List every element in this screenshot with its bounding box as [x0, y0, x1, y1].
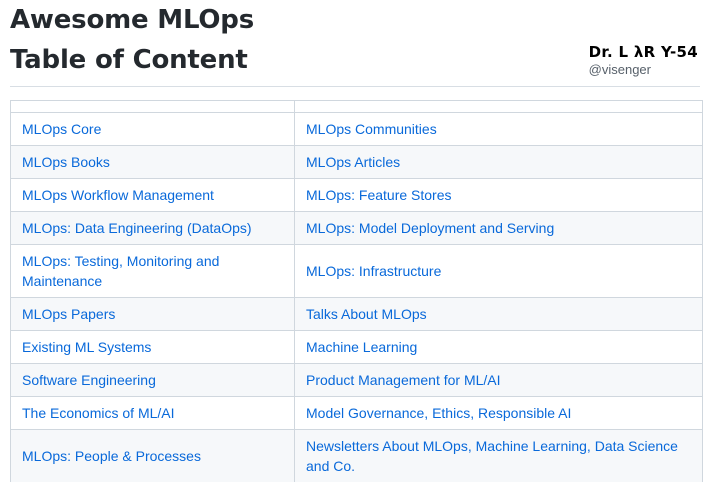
toc-cell-left: The Economics of ML/AI: [10, 396, 295, 430]
toc-link-mlops-core[interactable]: MLOps Core: [22, 121, 101, 137]
table-row: MLOps Core MLOps Communities: [10, 112, 703, 146]
toc-link-model-governance[interactable]: Model Governance, Ethics, Responsible AI: [306, 405, 571, 421]
toc-cell-right: Product Management for ML/AI: [294, 363, 703, 397]
table-row: MLOps: People & Processes Newsletters Ab…: [10, 429, 703, 482]
page-title: Awesome MLOps Table of Content: [10, 0, 254, 80]
toc-cell-left: MLOps: Testing, Monitoring and Maintenan…: [10, 244, 295, 298]
toc-cell-left: MLOps Workflow Management: [10, 178, 295, 212]
toc-cell-left: MLOps: Data Engineering (DataOps): [10, 211, 295, 245]
toc-link-mlops-papers[interactable]: MLOps Papers: [22, 306, 115, 322]
page-title-line-1: Awesome MLOps: [10, 5, 254, 35]
table-row: MLOps Papers Talks About MLOps: [10, 297, 703, 331]
toc-cell-right: Talks About MLOps: [294, 297, 703, 331]
toc-cell-left: MLOps Papers: [10, 297, 295, 331]
toc-cell-left: MLOps: People & Processes: [10, 429, 295, 482]
toc-link-mlops-books[interactable]: MLOps Books: [22, 154, 110, 170]
toc-link-infrastructure[interactable]: MLOps: Infrastructure: [306, 263, 441, 279]
author-brand: Dr. L λR Y-54 @visenger: [589, 42, 698, 78]
toc-link-model-deployment[interactable]: MLOps: Model Deployment and Serving: [306, 220, 554, 236]
toc-table: MLOps Core MLOps Communities MLOps Books…: [10, 100, 703, 482]
toc-cell-left: Software Engineering: [10, 363, 295, 397]
toc-cell-left: Existing ML Systems: [10, 330, 295, 364]
toc-link-testing-monitoring[interactable]: MLOps: Testing, Monitoring and Maintenan…: [22, 253, 219, 289]
table-row: Existing ML Systems Machine Learning: [10, 330, 703, 364]
toc-cell-right: MLOps Communities: [294, 112, 703, 146]
toc-cell-left: MLOps Books: [10, 145, 295, 179]
toc-link-data-engineering[interactable]: MLOps: Data Engineering (DataOps): [22, 220, 252, 236]
table-row: Software Engineering Product Management …: [10, 363, 703, 397]
title-divider: [10, 86, 700, 87]
toc-cell-right: Machine Learning: [294, 330, 703, 364]
table-row: The Economics of ML/AI Model Governance,…: [10, 396, 703, 430]
author-handle: @visenger: [588, 62, 651, 77]
toc-link-mlops-articles[interactable]: MLOps Articles: [306, 154, 400, 170]
toc-cell-right: Newsletters About MLOps, Machine Learnin…: [294, 429, 703, 482]
toc-link-talks[interactable]: Talks About MLOps: [306, 306, 427, 322]
toc-header-cell-left: [10, 100, 295, 113]
table-row: MLOps Workflow Management MLOps: Feature…: [10, 178, 703, 212]
table-row: MLOps: Data Engineering (DataOps) MLOps:…: [10, 211, 703, 245]
toc-cell-right: MLOps: Feature Stores: [294, 178, 703, 212]
toc-header-row: [10, 100, 703, 113]
toc-cell-right: Model Governance, Ethics, Responsible AI: [294, 396, 703, 430]
toc-link-existing-ml-systems[interactable]: Existing ML Systems: [22, 339, 151, 355]
toc-link-feature-stores[interactable]: MLOps: Feature Stores: [306, 187, 452, 203]
page-title-line-2: Table of Content: [10, 45, 248, 75]
toc-link-mlops-communities[interactable]: MLOps Communities: [306, 121, 437, 137]
toc-link-product-management[interactable]: Product Management for ML/AI: [306, 372, 501, 388]
toc-link-software-engineering[interactable]: Software Engineering: [22, 372, 156, 388]
toc-link-newsletters[interactable]: Newsletters About MLOps, Machine Learnin…: [306, 438, 678, 474]
toc-header-cell-right: [294, 100, 703, 113]
toc-cell-right: MLOps: Model Deployment and Serving: [294, 211, 703, 245]
toc-link-people-processes[interactable]: MLOps: People & Processes: [22, 448, 201, 464]
toc-cell-left: MLOps Core: [10, 112, 295, 146]
toc-cell-right: MLOps Articles: [294, 145, 703, 179]
table-row: MLOps Books MLOps Articles: [10, 145, 703, 179]
toc-cell-right: MLOps: Infrastructure: [294, 244, 703, 298]
toc-link-workflow-management[interactable]: MLOps Workflow Management: [22, 187, 214, 203]
author-name: Dr. L λR Y-54: [588, 43, 698, 61]
toc-link-machine-learning[interactable]: Machine Learning: [306, 339, 417, 355]
table-row: MLOps: Testing, Monitoring and Maintenan…: [10, 244, 703, 298]
toc-link-economics[interactable]: The Economics of ML/AI: [22, 405, 175, 421]
